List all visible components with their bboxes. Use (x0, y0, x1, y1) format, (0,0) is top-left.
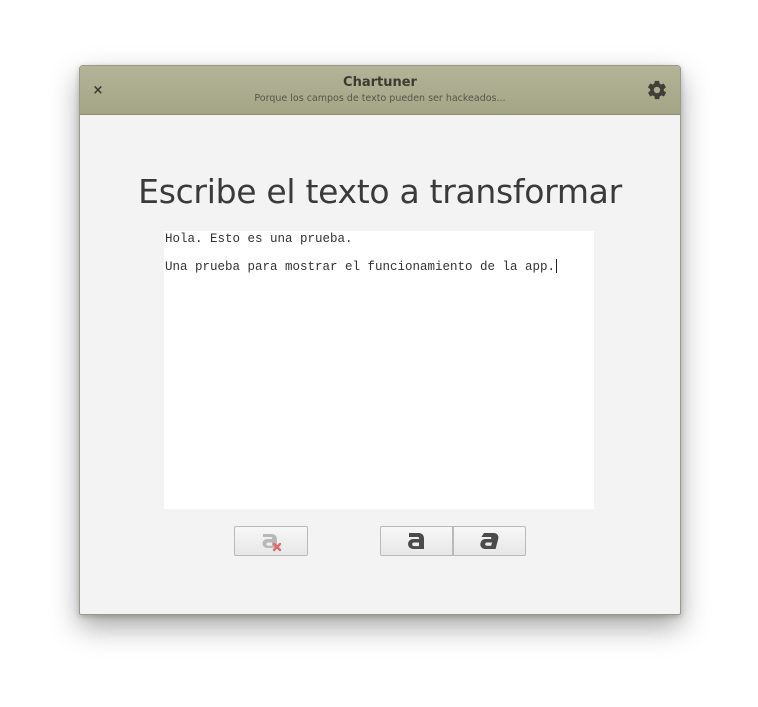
text-line-empty (165, 246, 593, 259)
text-caret (556, 259, 558, 273)
text-line: Una prueba para mostrar el funcionamient… (165, 260, 556, 274)
app-window: × Chartuner Porque los campos de texto p… (79, 65, 681, 615)
font-a-italic-icon (479, 533, 498, 549)
text-input-area[interactable]: Hola. Esto es una prueba. Una prueba par… (164, 231, 594, 509)
titlebar[interactable]: × Chartuner Porque los campos de texto p… (80, 66, 680, 115)
gear-icon (648, 80, 667, 100)
clear-format-icon (262, 534, 282, 552)
font-a-normal-button[interactable] (380, 526, 453, 556)
close-icon: × (92, 82, 104, 98)
text-line: Hola. Esto es una prueba. (165, 232, 353, 246)
settings-button[interactable] (644, 78, 670, 102)
title-block: Chartuner Porque los campos de texto pue… (200, 74, 560, 106)
font-a-normal-icon (407, 533, 424, 549)
window-title: Chartuner (343, 75, 417, 90)
clear-format-button[interactable] (234, 526, 308, 556)
page-heading: Escribe el texto a transformar (138, 172, 622, 211)
window-subtitle: Porque los campos de texto pueden ser ha… (254, 93, 506, 104)
text-line-with-caret: Una prueba para mostrar el funcionamient… (165, 259, 593, 274)
font-a-italic-button[interactable] (453, 526, 526, 556)
close-button[interactable]: × (88, 80, 108, 100)
